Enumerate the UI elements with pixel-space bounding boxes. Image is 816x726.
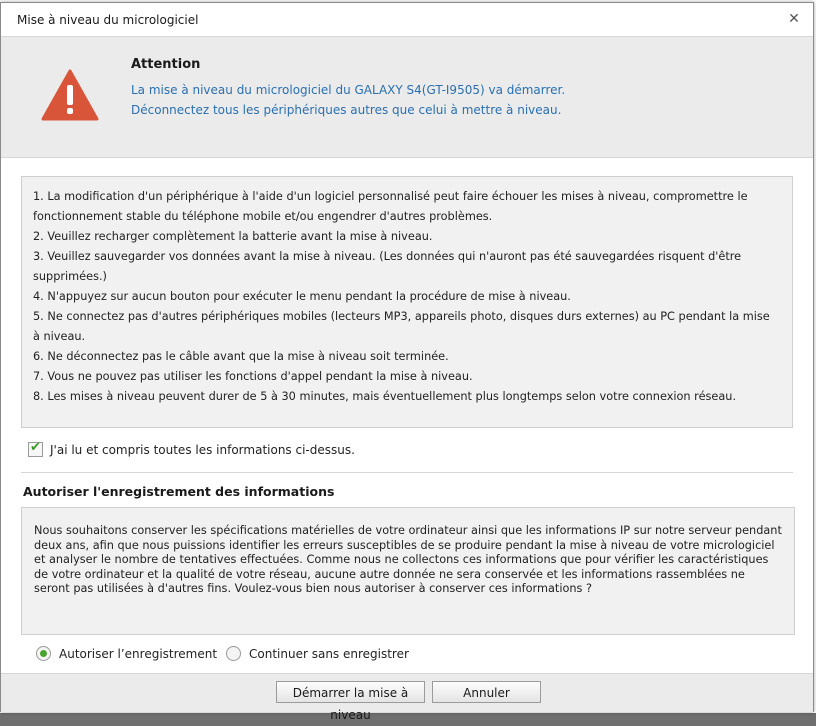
- consent-text: Nous souhaitons conserver les spécificat…: [21, 507, 795, 635]
- acknowledge-row[interactable]: ✔ J'ai lu et compris toutes les informat…: [28, 440, 355, 457]
- instruction-line: 6. Ne déconnectez pas le câble avant que…: [33, 350, 449, 363]
- radio-continue-without[interactable]: Continuer sans enregistrer: [226, 646, 409, 661]
- radio-button-selected[interactable]: [36, 646, 51, 661]
- attention-title: Attention: [131, 57, 201, 72]
- button-bar: Démarrer la mise à niveau Annuler: [1, 673, 813, 722]
- instructions-list: 1. La modification d'un périphérique à l…: [22, 177, 792, 407]
- warning-icon: [41, 69, 99, 121]
- radio-label-continue[interactable]: Continuer sans enregistrer: [249, 647, 409, 661]
- instruction-line: 4. N'appuyez sur aucun bouton pour exécu…: [33, 290, 571, 303]
- instruction-line: 5. Ne connectez pas d'autres périphériqu…: [33, 310, 770, 343]
- start-upgrade-button[interactable]: Démarrer la mise à niveau: [276, 681, 425, 722]
- close-icon[interactable]: ✕: [787, 12, 801, 26]
- radio-button[interactable]: [226, 646, 241, 661]
- instruction-line: 8. Les mises à niveau peuvent durer de 5…: [33, 390, 737, 403]
- checkmark-icon: ✔: [30, 440, 41, 455]
- consent-title: Autoriser l'enregistrement des informati…: [23, 484, 335, 499]
- title-bar: Mise à niveau du micrologiciel ✕: [1, 3, 813, 37]
- instructions-box: 1. La modification d'un périphérique à l…: [21, 176, 793, 428]
- attention-line-2: Déconnectez tous les périphériques autre…: [131, 103, 562, 117]
- attention-line-1: La mise à niveau du micrologiciel du GAL…: [131, 83, 566, 97]
- instruction-line: 1. La modification d'un périphérique à l…: [33, 190, 748, 203]
- divider: [21, 472, 793, 473]
- instruction-line: 2. Veuillez recharger complètement la ba…: [33, 230, 433, 243]
- firmware-upgrade-dialog: Mise à niveau du micrologiciel ✕ Attenti…: [0, 2, 814, 722]
- instruction-line: 3. Veuillez sauvegarder vos données avan…: [33, 250, 742, 283]
- acknowledge-label[interactable]: J'ai lu et compris toutes les informatio…: [50, 443, 355, 457]
- instruction-line: fonctionnement stable du téléphone mobil…: [33, 210, 493, 223]
- warning-header: Attention La mise à niveau du micrologic…: [1, 37, 813, 158]
- instruction-line: 7. Vous ne pouvez pas utiliser les fonct…: [33, 370, 473, 383]
- radio-label-allow[interactable]: Autoriser l’enregistrement: [59, 647, 217, 661]
- radio-allow-recording[interactable]: Autoriser l’enregistrement: [36, 646, 217, 661]
- acknowledge-checkbox[interactable]: ✔: [28, 440, 43, 457]
- cancel-button[interactable]: Annuler: [432, 681, 541, 703]
- dialog-title: Mise à niveau du micrologiciel: [17, 12, 199, 27]
